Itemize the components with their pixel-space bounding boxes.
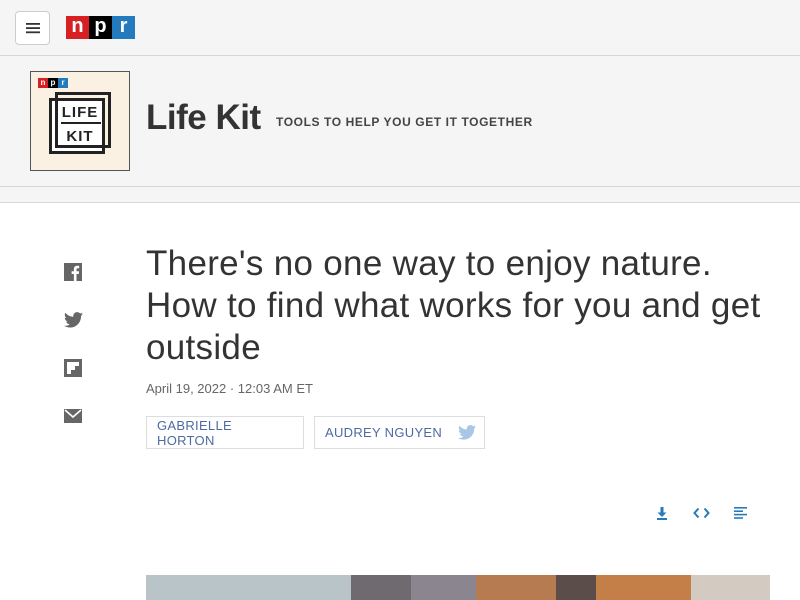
email-share-button[interactable]: [62, 405, 84, 427]
article-headline: There's no one way to enjoy nature. How …: [146, 244, 761, 367]
npr-logo-n: n: [66, 16, 89, 39]
byline-gabrielle-horton[interactable]: GABRIELLE HORTON: [146, 416, 304, 449]
artwork-line-1: LIFE: [61, 104, 99, 121]
show-title[interactable]: Life Kit: [146, 98, 261, 138]
artwork-title: LIFE KIT: [55, 104, 105, 146]
npr-logo-r: r: [112, 16, 135, 39]
npr-logo[interactable]: n p r: [66, 16, 135, 39]
show-tagline: TOOLS TO HELP YOU GET IT TOGETHER: [276, 115, 533, 129]
hero-wall: [411, 575, 481, 600]
show-header: n p r LIFE KIT Life Kit TOOLS TO HELP YO…: [0, 56, 800, 187]
npr-logo-p: p: [89, 16, 112, 39]
show-artwork[interactable]: n p r LIFE KIT: [30, 71, 130, 171]
byline-author-name: GABRIELLE HORTON: [157, 417, 232, 448]
hero-light: [691, 575, 770, 600]
embed-icon: [692, 507, 710, 519]
artwork-divider: [61, 122, 101, 124]
hero-wall: [351, 575, 411, 600]
byline-audrey-nguyen[interactable]: AUDREY NGUYEN: [314, 416, 485, 449]
article-hero-image[interactable]: [146, 575, 770, 600]
mini-logo-p: p: [48, 78, 58, 88]
twitter-icon[interactable]: [458, 425, 476, 440]
show-artwork-npr-logo: n p r: [38, 78, 68, 88]
artwork-line-2: KIT: [66, 128, 94, 145]
article-dateline: April 19, 2022 · 12:03 AM ET: [146, 381, 313, 396]
transcript-button[interactable]: [731, 504, 749, 522]
facebook-share-button[interactable]: [62, 261, 84, 283]
download-button[interactable]: [653, 504, 671, 522]
twitter-icon: [63, 312, 83, 328]
hero-shadow: [556, 575, 596, 600]
twitter-share-button[interactable]: [62, 309, 84, 331]
flipboard-icon: [64, 359, 82, 377]
download-icon: [657, 506, 667, 520]
transcript-icon: [733, 507, 747, 519]
flipboard-share-button[interactable]: [62, 357, 84, 379]
header-divider-strip: [0, 187, 800, 203]
hero-wood: [476, 575, 556, 600]
hamburger-icon: [25, 23, 40, 34]
embed-button[interactable]: [692, 504, 710, 522]
email-icon: [64, 409, 82, 423]
byline-author-name: AUDREY NGUYEN: [325, 425, 443, 440]
menu-button[interactable]: [15, 11, 50, 45]
hero-sky: [146, 575, 356, 600]
top-navigation: n p r: [0, 0, 800, 56]
mini-logo-r: r: [58, 78, 68, 88]
facebook-icon: [64, 263, 82, 281]
mini-logo-n: n: [38, 78, 48, 88]
hero-wood: [596, 575, 691, 600]
